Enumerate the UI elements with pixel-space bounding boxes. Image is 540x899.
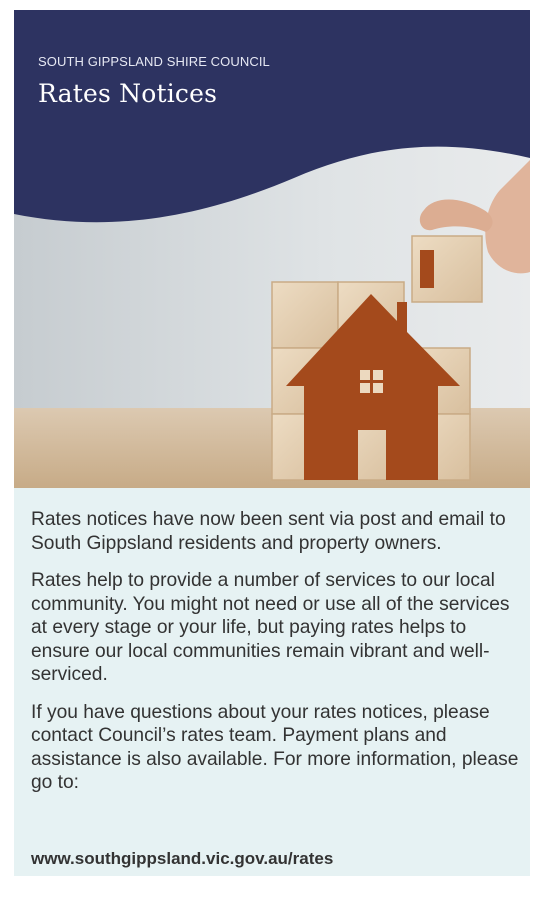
rates-website-link[interactable]: www.southgippsland.vic.gov.au/rates xyxy=(31,849,333,869)
council-name: SOUTH GIPPSLAND SHIRE COUNCIL xyxy=(38,54,270,69)
hero-banner: SOUTH GIPPSLAND SHIRE COUNCIL Rates Noti… xyxy=(14,10,530,488)
paragraph: Rates notices have now been sent via pos… xyxy=(31,509,506,554)
page-title: Rates Notices xyxy=(38,79,218,108)
paragraph: Rates help to provide a number of servic… xyxy=(31,570,510,685)
header: SOUTH GIPPSLAND SHIRE COUNCIL Rates Noti… xyxy=(38,54,270,108)
body-text: Rates notices have now been sent via pos… xyxy=(31,508,519,809)
rates-notice-card: SOUTH GIPPSLAND SHIRE COUNCIL Rates Noti… xyxy=(14,10,530,876)
paragraph: If you have questions about your rates n… xyxy=(31,701,519,794)
